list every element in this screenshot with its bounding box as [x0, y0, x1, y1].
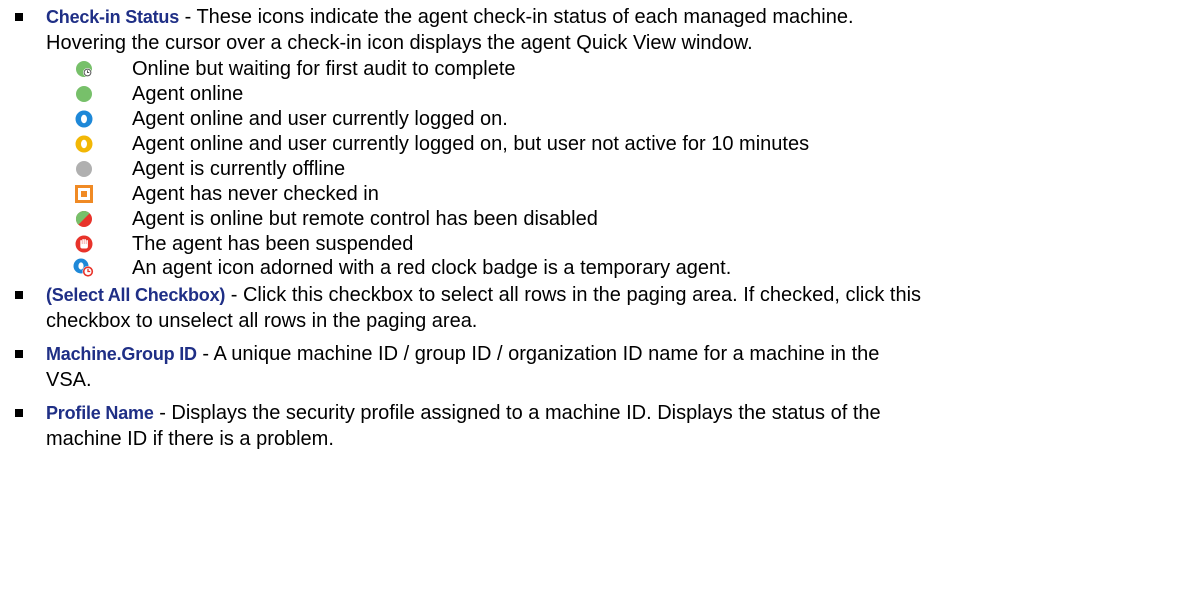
checkin-status-description: These icons indicate the agent check-in … [196, 6, 854, 28]
term-machine-group-id: Machine.Group ID [46, 344, 197, 364]
status-label: The agent has been suspended [132, 233, 414, 255]
term-profile-name: Profile Name [46, 403, 154, 423]
profile-name-line-2: machine ID if there is a problem. [46, 428, 334, 450]
select-all-line-1: (Select All Checkbox) - Click this check… [46, 284, 922, 306]
status-label: An agent icon adorned with a red clock b… [132, 257, 732, 279]
checkin-status-line-2: Hovering the cursor over a check-in icon… [46, 32, 753, 54]
status-label: Agent online and user currently logged o… [132, 108, 508, 130]
gray-circle-icon [76, 161, 92, 177]
red-hand-circle-icon [75, 235, 93, 253]
term-checkin-status: Check-in Status [46, 7, 180, 27]
machine-group-id-line-1: Machine.Group ID - A unique machine ID /… [46, 343, 880, 365]
blue-user-circle-icon [75, 110, 93, 128]
status-label: Agent is online but remote control has b… [132, 208, 598, 230]
green-circle-icon [76, 86, 92, 102]
status-label: Agent online [132, 83, 244, 105]
yellow-user-circle-icon [75, 135, 93, 153]
checkin-status-line-1: Check-in Status - These icons indicate t… [46, 6, 854, 28]
select-all-line-2: checkbox to unselect all rows in the pag… [46, 310, 478, 332]
status-label: Agent online and user currently logged o… [132, 133, 810, 155]
bullet-marker [15, 291, 23, 299]
profile-name-line-1: Profile Name - Displays the security pro… [46, 402, 881, 424]
bullet-marker [15, 13, 23, 21]
status-label: Agent is currently offline [132, 158, 346, 180]
green-circle-clock-icon [76, 61, 92, 77]
term-select-all-checkbox: (Select All Checkbox) [46, 285, 226, 305]
bullet-marker [15, 350, 23, 358]
help-document: Check-in Status - These icons indicate t… [0, 0, 1183, 595]
blue-circle-red-clock-badge-icon [73, 258, 94, 277]
orange-square-icon [75, 185, 93, 203]
bullet-marker [15, 409, 23, 417]
status-label: Online but waiting for first audit to co… [132, 58, 516, 80]
green-red-split-circle-icon [75, 210, 92, 227]
machine-group-id-line-2: VSA. [46, 369, 92, 391]
status-label: Agent has never checked in [132, 183, 379, 205]
